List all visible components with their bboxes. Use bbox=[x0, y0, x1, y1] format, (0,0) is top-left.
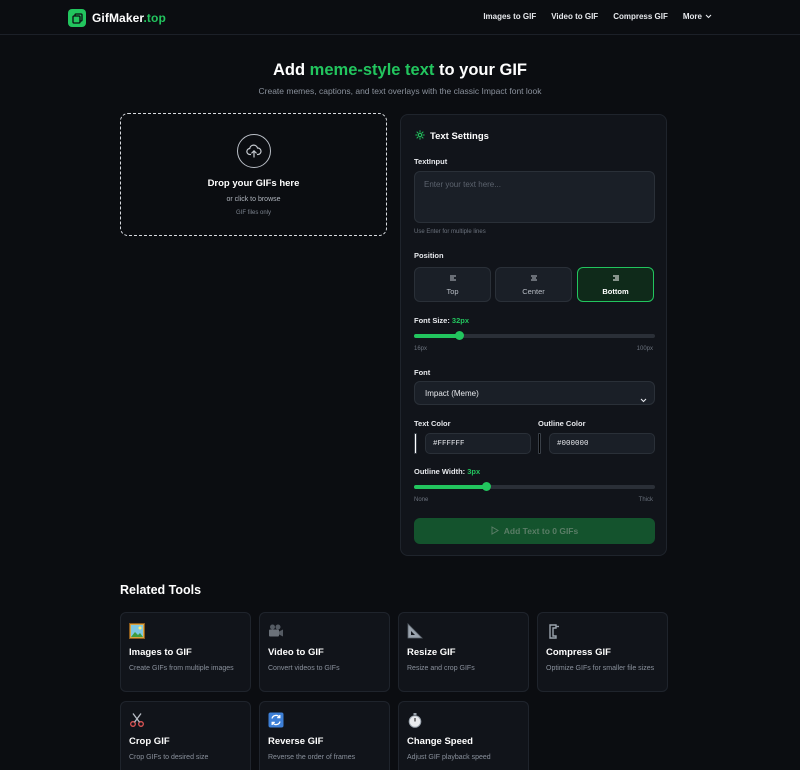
tool-card-reverse-gif[interactable]: Reverse GIF Reverse the order of frames bbox=[259, 701, 390, 770]
related-tools-title: Related Tools bbox=[120, 583, 202, 597]
add-text-button[interactable]: Add Text to 0 GIFs bbox=[414, 518, 655, 544]
position-center-label: Center bbox=[522, 287, 545, 296]
align-center-icon bbox=[496, 275, 571, 281]
nav-compress-gif[interactable]: Compress GIF bbox=[613, 12, 668, 21]
font-size-slider-thumb[interactable] bbox=[455, 331, 465, 340]
outline-width-slider[interactable] bbox=[414, 482, 655, 491]
dropzone-subtitle: or click to browse bbox=[226, 196, 281, 203]
tool-card-title: Crop GIF bbox=[129, 736, 170, 747]
add-text-button-label: Add Text to 0 GIFs bbox=[503, 526, 579, 536]
gif-dropzone[interactable]: Drop your GIFs here or click to browse G… bbox=[120, 113, 387, 236]
tool-card-desc: Adjust GIF playback speed bbox=[407, 754, 491, 761]
page-subtitle: Create memes, captions, and text overlay… bbox=[258, 86, 542, 96]
outline-width-slider-fill bbox=[414, 485, 487, 489]
tool-card-title: Compress GIF bbox=[546, 647, 611, 658]
font-size-label: Font Size: 32px bbox=[414, 316, 470, 325]
page-title: Add meme-style text to your GIF bbox=[273, 61, 527, 79]
position-label: Position bbox=[414, 251, 444, 260]
tool-card-title: Resize GIF bbox=[407, 647, 456, 658]
text-color-input[interactable]: #FFFFFF bbox=[425, 433, 531, 454]
tool-card-resize-gif[interactable]: Resize GIF Resize and crop GIFs bbox=[398, 612, 529, 692]
font-size-min-label: 16px bbox=[414, 346, 428, 352]
align-bottom-icon bbox=[578, 275, 653, 281]
scissors-icon bbox=[129, 712, 145, 728]
text-color-value: #FFFFFF bbox=[433, 440, 465, 448]
position-top-button[interactable]: Top bbox=[414, 267, 491, 302]
gear-icon bbox=[415, 130, 425, 143]
font-size-slider[interactable] bbox=[414, 331, 655, 340]
position-bottom-label: Bottom bbox=[602, 287, 629, 296]
ruler-icon bbox=[407, 623, 423, 639]
nav-more[interactable]: More bbox=[683, 12, 712, 21]
tool-card-desc: Resize and crop GIFs bbox=[407, 665, 475, 672]
tool-card-title: Images to GIF bbox=[129, 647, 192, 658]
nav-images-to-gif[interactable]: Images to GIF bbox=[483, 12, 536, 21]
outline-width-label: Outline Width: 3px bbox=[414, 467, 481, 476]
tool-card-crop-gif[interactable]: Crop GIF Crop GIFs to desired size bbox=[120, 701, 251, 770]
stopwatch-icon bbox=[407, 712, 423, 728]
logo-text: GifMaker.top bbox=[92, 11, 166, 25]
outline-color-value: #000000 bbox=[557, 440, 589, 448]
outline-width-max-label: Thick bbox=[638, 497, 653, 503]
tool-card-desc: Create GIFs from multiple images bbox=[129, 665, 234, 672]
outline-color-swatch[interactable] bbox=[538, 433, 541, 454]
outline-color-label: Outline Color bbox=[538, 419, 586, 428]
image-icon bbox=[129, 623, 145, 639]
align-top-icon bbox=[415, 275, 490, 281]
dropzone-title: Drop your GIFs here bbox=[207, 178, 300, 189]
text-settings-panel: Text Settings TextInput Use Enter for mu… bbox=[400, 114, 667, 556]
tool-card-desc: Crop GIFs to desired size bbox=[129, 754, 209, 761]
position-top-label: Top bbox=[446, 287, 459, 296]
panel-title-label: Text Settings bbox=[430, 131, 489, 142]
outline-width-slider-thumb[interactable] bbox=[481, 482, 491, 491]
text-color-swatch[interactable] bbox=[414, 433, 417, 454]
reverse-icon bbox=[268, 712, 284, 728]
tool-card-video-to-gif[interactable]: Video to GIF Convert videos to GIFs bbox=[259, 612, 390, 692]
outline-color-input[interactable]: #000000 bbox=[549, 433, 655, 454]
chevron-down-icon bbox=[640, 390, 647, 408]
font-label: Font bbox=[414, 368, 431, 377]
play-icon bbox=[491, 525, 499, 537]
tool-card-desc: Convert videos to GIFs bbox=[268, 665, 340, 672]
logo[interactable]: GifMaker.top bbox=[68, 9, 166, 27]
tool-card-title: Video to GIF bbox=[268, 647, 324, 658]
tool-card-desc: Optimize GIFs for smaller file sizes bbox=[546, 665, 655, 672]
chevron-down-icon bbox=[705, 12, 712, 21]
tool-card-desc: Reverse the order of frames bbox=[268, 754, 356, 761]
font-select-value: Impact (Meme) bbox=[425, 389, 479, 398]
tool-card-title: Change Speed bbox=[407, 736, 473, 747]
main-nav: Images to GIF Video to GIF Compress GIF … bbox=[483, 12, 712, 21]
video-camera-icon bbox=[268, 623, 284, 639]
tool-card-title: Reverse GIF bbox=[268, 736, 324, 747]
text-input-label: TextInput bbox=[414, 157, 448, 166]
panel-title: Text Settings bbox=[415, 130, 489, 143]
text-color-label: Text Color bbox=[414, 419, 451, 428]
tool-card-compress-gif[interactable]: Compress GIF Optimize GIFs for smaller f… bbox=[537, 612, 668, 692]
text-input-hint: Use Enter for multiple lines bbox=[414, 229, 486, 235]
outline-width-min-label: None bbox=[414, 497, 429, 503]
position-center-button[interactable]: Center bbox=[495, 267, 572, 302]
font-size-slider-fill bbox=[414, 334, 460, 338]
upload-icon bbox=[237, 134, 271, 168]
nav-video-to-gif[interactable]: Video to GIF bbox=[551, 12, 598, 21]
font-select[interactable]: Impact (Meme) bbox=[414, 381, 655, 405]
logo-icon bbox=[68, 9, 86, 27]
position-bottom-button[interactable]: Bottom bbox=[577, 267, 654, 302]
text-input[interactable] bbox=[414, 171, 655, 223]
tool-card-change-speed[interactable]: Change Speed Adjust GIF playback speed bbox=[398, 701, 529, 770]
font-size-max-label: 100px bbox=[636, 346, 653, 352]
site-header: GifMaker.top Images to GIF Video to GIF … bbox=[0, 0, 800, 35]
clamp-icon bbox=[546, 623, 562, 639]
dropzone-note: GIF files only bbox=[235, 210, 271, 216]
tool-card-images-to-gif[interactable]: Images to GIF Create GIFs from multiple … bbox=[120, 612, 251, 692]
nav-more-label: More bbox=[682, 12, 702, 21]
